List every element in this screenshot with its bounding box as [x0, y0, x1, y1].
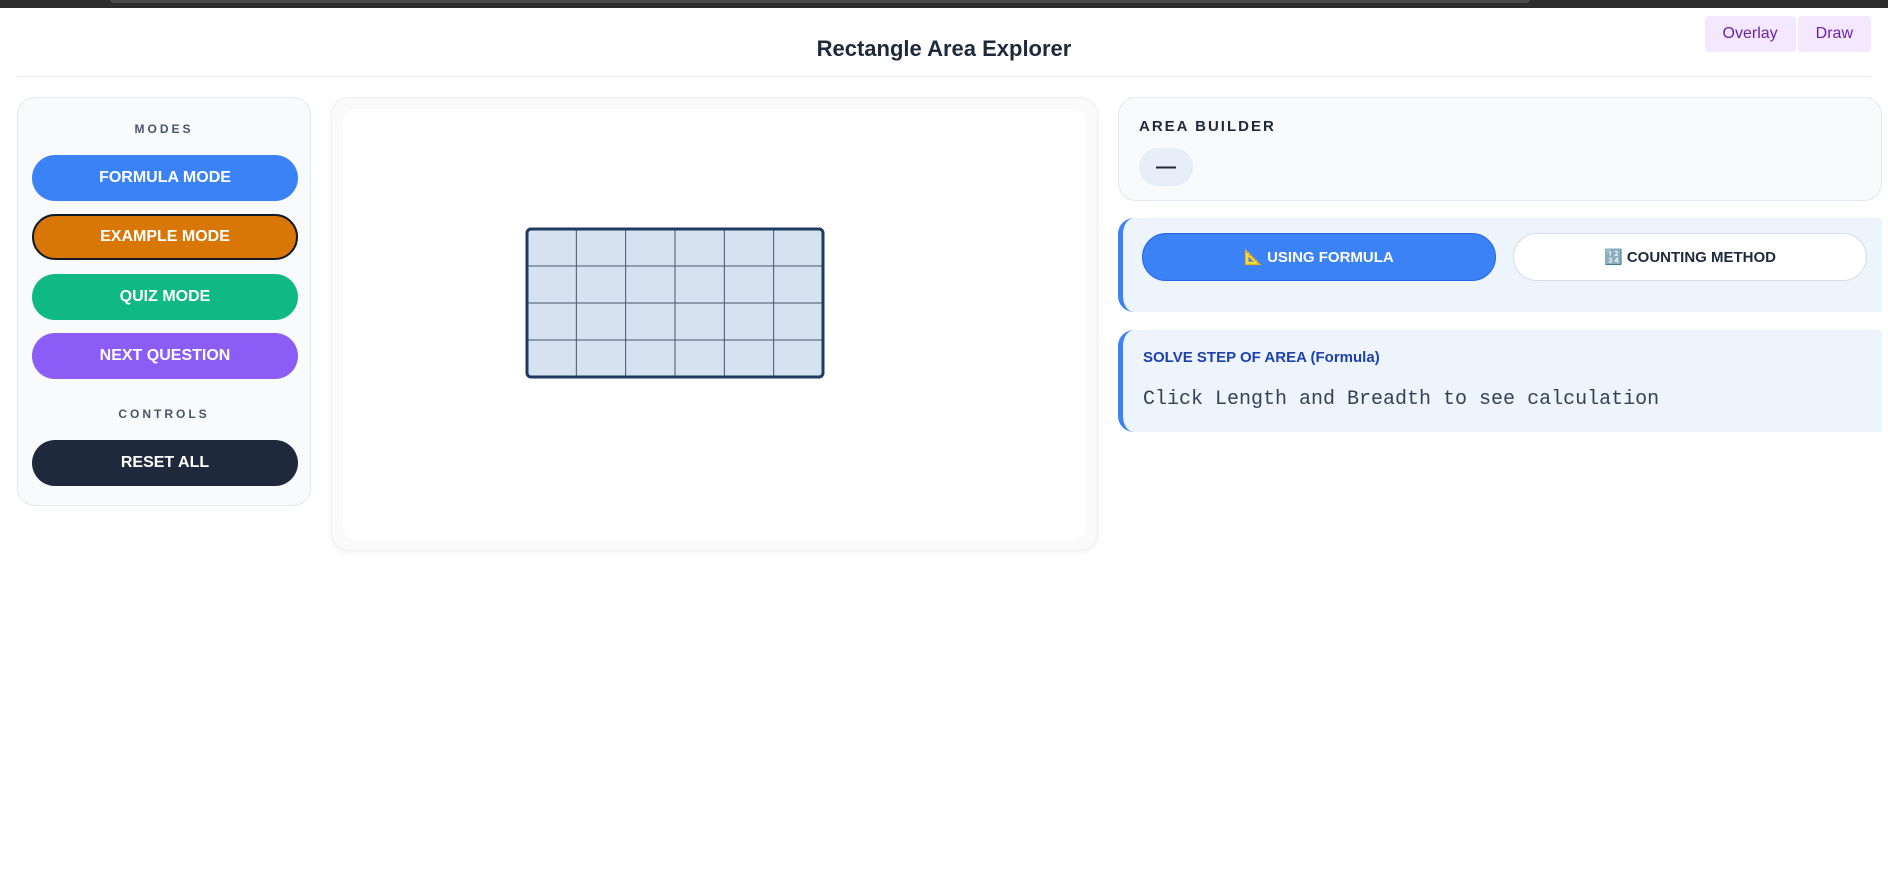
controls-label: CONTROLS [118, 407, 210, 421]
overlay-toolbar: Overlay Draw [1703, 16, 1871, 52]
using-formula-button[interactable]: 📐 USING FORMULA [1142, 233, 1496, 281]
area-builder-title: AREA BUILDER [1139, 118, 1276, 135]
rectangle-grid[interactable] [343, 109, 1086, 540]
reset-all-button[interactable]: RESET ALL [32, 440, 298, 486]
canvas-card [331, 97, 1098, 551]
drawing-canvas[interactable] [343, 109, 1086, 540]
counting-method-button[interactable]: 🔢 COUNTING METHOD [1513, 233, 1867, 281]
method-selector: 📐 USING FORMULA 🔢 COUNTING METHOD [1118, 218, 1882, 312]
draw-button[interactable]: Draw [1797, 16, 1871, 52]
page: Rectangle Area Explorer Overlay Draw MOD… [0, 8, 1888, 874]
browser-top-strip [0, 0, 1888, 8]
solve-step-title: SOLVE STEP OF AREA (Formula) [1143, 349, 1380, 366]
header: Rectangle Area Explorer Overlay Draw [17, 16, 1871, 77]
sidebar: MODES FORMULA MODE EXAMPLE MODE QUIZ MOD… [17, 97, 311, 506]
overlay-button[interactable]: Overlay [1704, 16, 1796, 52]
browser-tab-edge [110, 0, 1530, 3]
solve-step-text: Click Length and Breadth to see calculat… [1143, 388, 1660, 411]
quiz-mode-button[interactable]: QUIZ MODE [32, 274, 298, 320]
page-title: Rectangle Area Explorer [816, 36, 1072, 61]
next-question-button[interactable]: NEXT QUESTION [32, 333, 298, 379]
solve-step-panel: SOLVE STEP OF AREA (Formula) Click Lengt… [1118, 330, 1882, 432]
area-builder-value: — [1139, 148, 1193, 186]
area-builder-panel: AREA BUILDER — [1118, 97, 1882, 201]
formula-mode-button[interactable]: FORMULA MODE [32, 155, 298, 201]
example-mode-button[interactable]: EXAMPLE MODE [32, 214, 298, 260]
modes-label: MODES [134, 122, 194, 136]
